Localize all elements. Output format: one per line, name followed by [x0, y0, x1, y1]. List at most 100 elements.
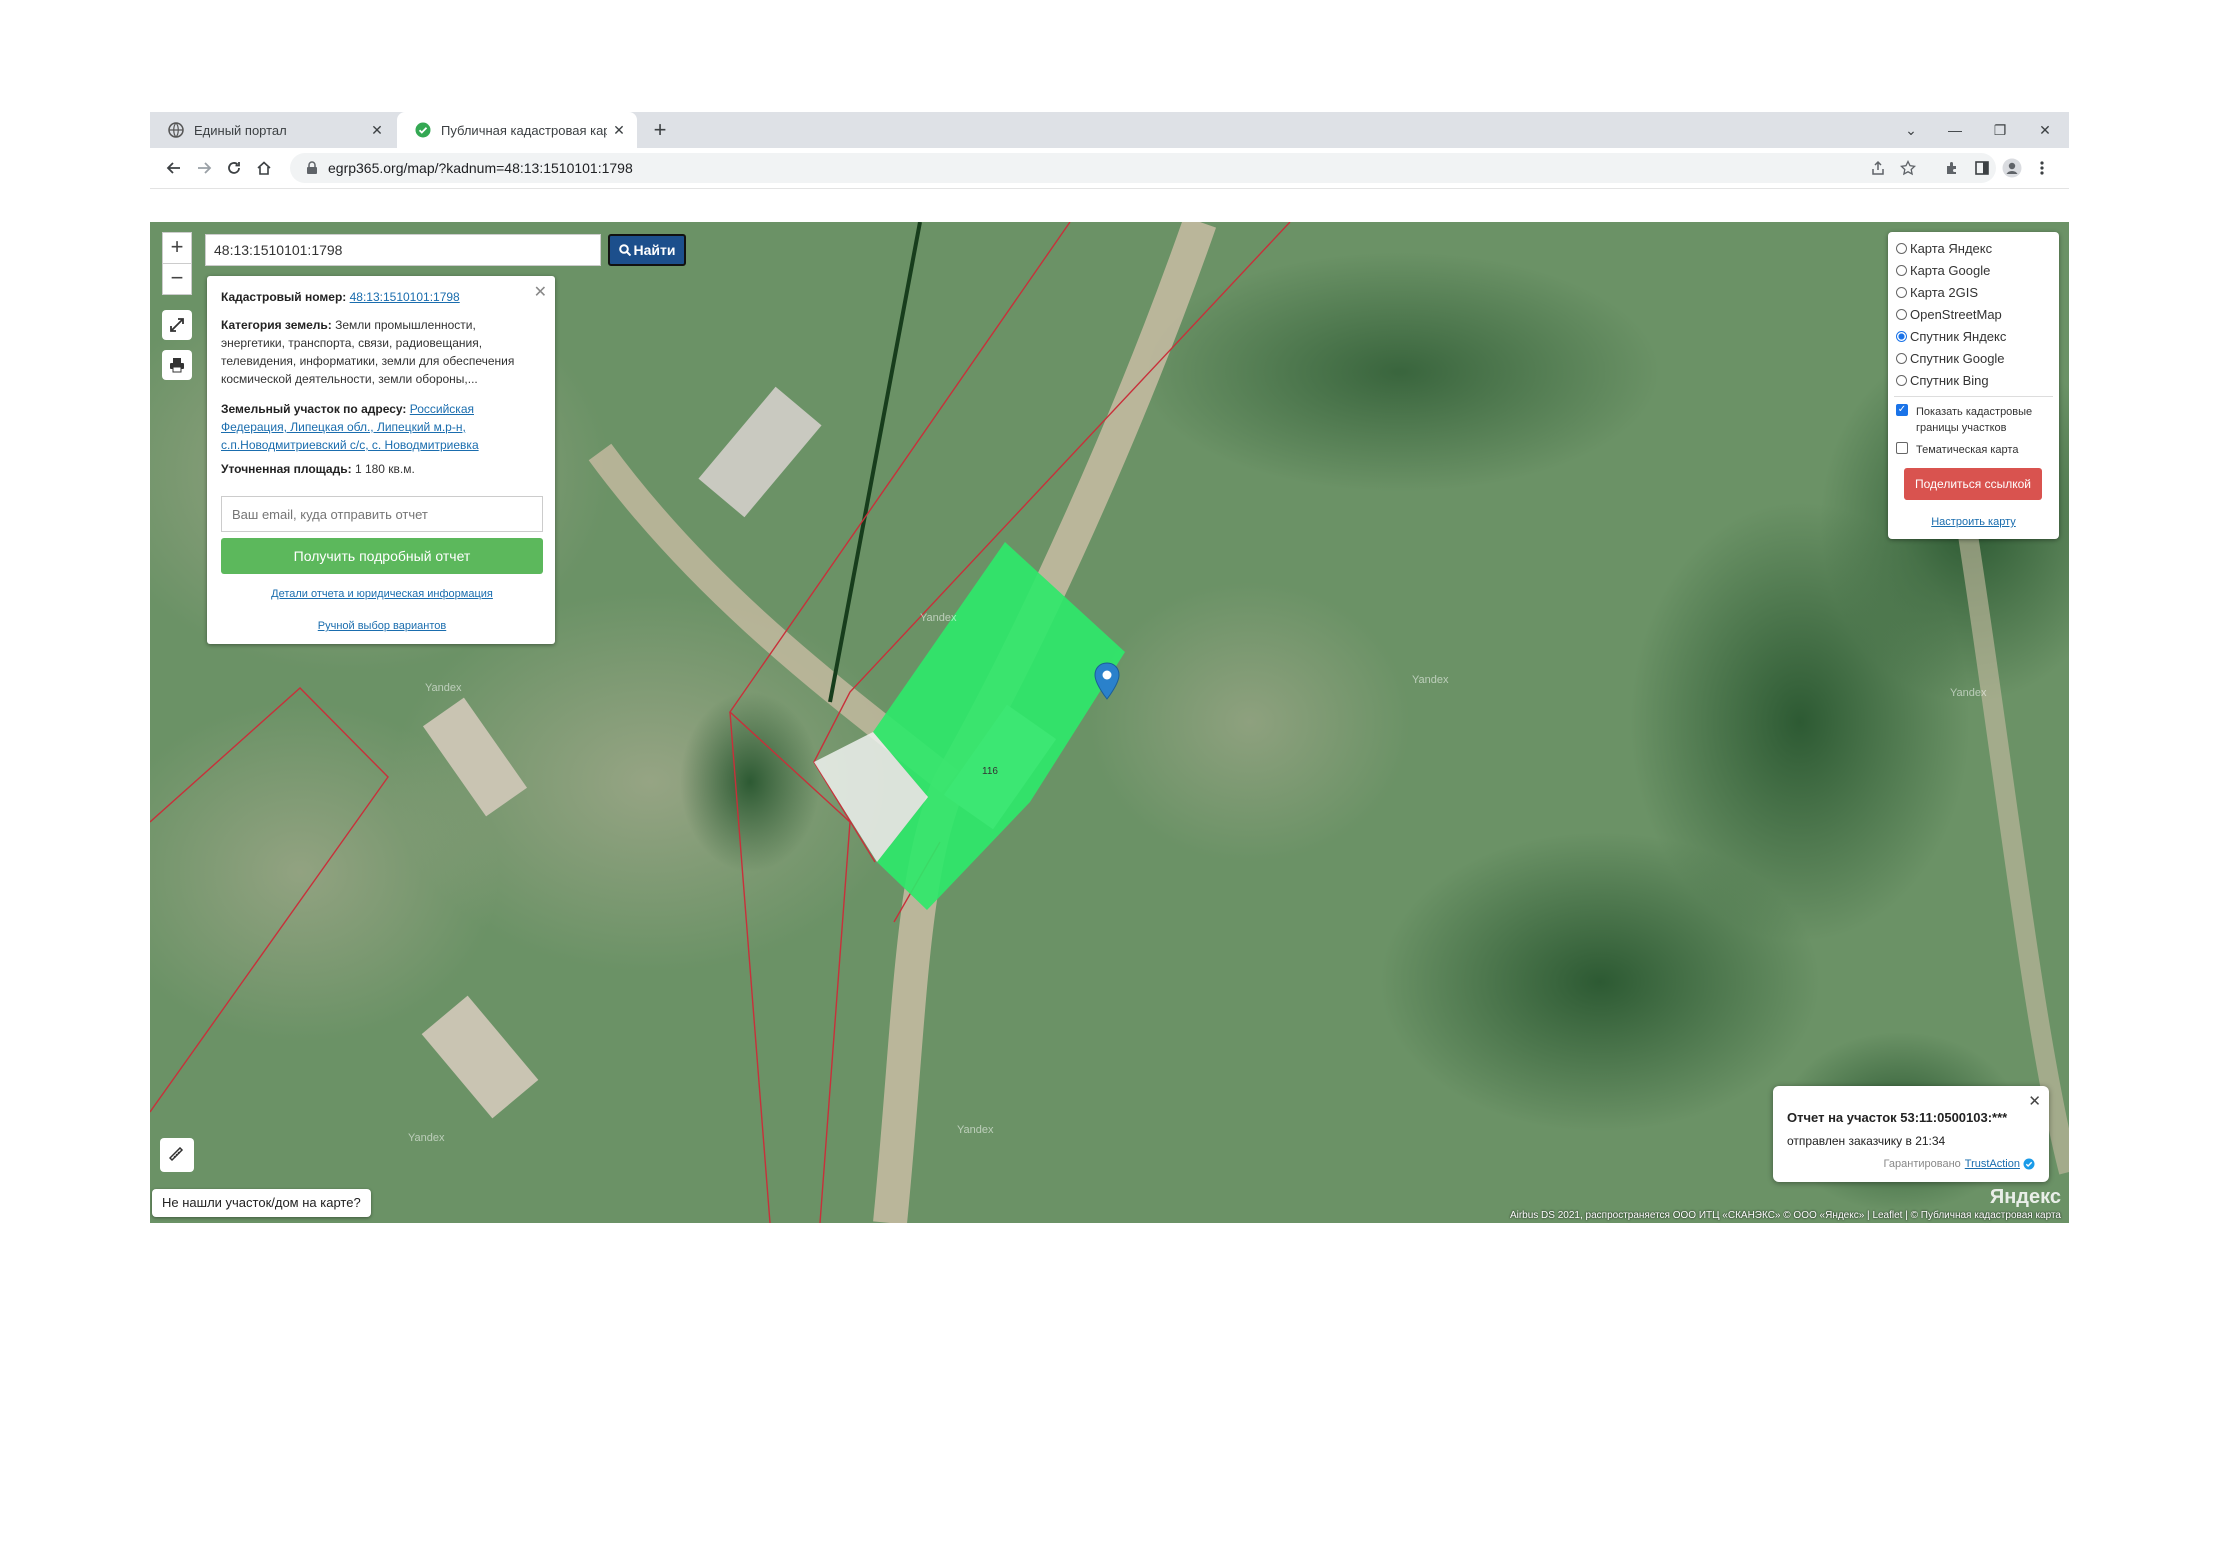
extensions-icon[interactable] — [1938, 154, 1966, 182]
arrow-right-icon — [198, 162, 212, 174]
location-pin-icon[interactable] — [1094, 662, 1120, 700]
email-field[interactable] — [221, 496, 543, 532]
not-found-button[interactable]: Не нашли участок/дом на карте? — [152, 1189, 371, 1217]
expand-icon — [170, 318, 184, 332]
cadastral-search-input[interactable] — [205, 234, 601, 266]
cadastral-number-label: Кадастровый номер: — [221, 290, 347, 304]
layer-google-map[interactable]: Карта Google — [1896, 260, 1990, 280]
layer-label: Спутник Google — [1910, 350, 2005, 366]
radio-icon[interactable] — [1896, 264, 1907, 276]
arrow-left-icon — [166, 162, 180, 174]
measure-tool-button[interactable] — [160, 1138, 194, 1172]
notification-guarantee: Гарантировано TrustAction — [1884, 1158, 2035, 1170]
show-boundaries-option[interactable]: ✓ Показать кадастровые границы участков — [1896, 404, 2056, 436]
browser-window: Единый портал ✕ Публичная кадастровая ка… — [150, 112, 2069, 1223]
close-tab-icon[interactable]: ✕ — [365, 122, 389, 139]
land-category-row: Категория земель: Земли промышленности, … — [221, 316, 539, 388]
browser-menu-icon[interactable] — [2028, 154, 2056, 182]
new-tab-button[interactable]: + — [646, 116, 674, 144]
area-label: Уточненная площадь: — [221, 462, 352, 476]
home-icon — [257, 161, 271, 175]
satellite-map[interactable]: Yandex Yandex Yandex Yandex Yandex Yande… — [150, 222, 2069, 1223]
address-bar[interactable]: egrp365.org/map/?kadnum=48:13:1510101:17… — [290, 153, 1996, 183]
land-category-label: Категория земель: — [221, 318, 332, 332]
trustaction-link[interactable]: TrustAction — [1965, 1158, 2020, 1170]
reload-icon — [228, 162, 240, 174]
notification-title: Отчет на участок 53:11:0500103:*** — [1787, 1110, 2008, 1125]
close-tab-icon[interactable]: ✕ — [607, 122, 631, 139]
fullscreen-button[interactable] — [162, 310, 192, 340]
manual-selection-link[interactable]: Ручной выбор вариантов — [221, 620, 543, 632]
thematic-map-option[interactable]: Тематическая карта — [1896, 442, 2056, 458]
get-report-button[interactable]: Получить подробный отчет — [221, 538, 543, 574]
tab-label: Единый портал — [194, 122, 287, 138]
tab-gosuslugi[interactable]: Единый портал ✕ — [150, 112, 395, 148]
layer-label: OpenStreetMap — [1910, 306, 2002, 322]
search-icon — [618, 244, 631, 257]
map-watermark: Yandex — [920, 612, 957, 624]
close-window-icon[interactable]: ✕ — [2030, 116, 2060, 144]
share-link-button[interactable]: Поделиться ссылкой — [1904, 468, 2042, 500]
checkbox-icon[interactable] — [1896, 442, 1908, 454]
checkbox-checked-icon[interactable]: ✓ — [1896, 404, 1908, 416]
layer-label: Спутник Яндекс — [1910, 328, 2007, 344]
parcel-info-panel: ✕ Кадастровый номер: 48:13:1510101:1798 … — [207, 276, 555, 644]
map-watermark: Yandex — [425, 682, 462, 694]
cadastral-number-row: Кадастровый номер: 48:13:1510101:1798 — [221, 288, 539, 306]
bookmark-star-icon[interactable] — [1894, 154, 1922, 182]
map-layers-panel: Карта Яндекс Карта Google Карта 2GIS Ope… — [1888, 232, 2059, 539]
globe-icon — [168, 122, 184, 138]
address-label: Земельный участок по адресу: — [221, 402, 407, 416]
radio-icon[interactable] — [1896, 374, 1907, 386]
radio-icon[interactable] — [1896, 286, 1907, 298]
tab-cadastral-map[interactable]: Публичная кадастровая карта - ✕ — [397, 112, 637, 148]
layer-yandex-map[interactable]: Карта Яндекс — [1896, 238, 1992, 258]
area-row: Уточненная площадь: 1 180 кв.м. — [221, 460, 539, 478]
notification-subtitle: отправлен заказчику в 21:34 — [1787, 1134, 1946, 1148]
print-button[interactable] — [162, 350, 192, 380]
radio-icon[interactable] — [1896, 242, 1907, 254]
cadastral-number-link[interactable]: 48:13:1510101:1798 — [350, 290, 460, 304]
search-button-label: Найти — [633, 242, 676, 258]
radio-icon[interactable] — [1896, 308, 1907, 320]
forward-button[interactable] — [190, 154, 218, 182]
side-panel-icon[interactable] — [1968, 154, 1996, 182]
search-button[interactable]: Найти — [608, 234, 686, 266]
configure-map-link[interactable]: Настроить карту — [1888, 516, 2059, 528]
report-notification: ✕ Отчет на участок 53:11:0500103:*** отп… — [1773, 1086, 2049, 1182]
layer-label: Карта Google — [1910, 262, 1991, 278]
layer-2gis-map[interactable]: Карта 2GIS — [1896, 282, 1978, 302]
reload-button[interactable] — [220, 154, 248, 182]
restore-icon[interactable]: ❐ — [1985, 116, 2015, 144]
minimize-icon[interactable]: — — [1940, 116, 1970, 144]
report-details-link[interactable]: Детали отчета и юридическая информация — [221, 588, 543, 600]
layer-bing-satellite[interactable]: Спутник Bing — [1896, 370, 1989, 390]
profile-avatar-icon[interactable] — [1998, 154, 2026, 182]
zoom-out-button[interactable]: − — [162, 263, 192, 295]
show-boundaries-label: Показать кадастровые границы участков — [1916, 406, 2033, 434]
layer-openstreetmap[interactable]: OpenStreetMap — [1896, 304, 2002, 324]
radio-selected-icon[interactable] — [1896, 330, 1907, 342]
tab-strip: Единый портал ✕ Публичная кадастровая ка… — [150, 112, 2069, 148]
printer-icon — [170, 358, 184, 373]
zoom-in-button[interactable]: + — [162, 232, 192, 264]
divider — [1894, 396, 2053, 397]
layer-yandex-satellite[interactable]: Спутник Яндекс — [1896, 326, 2006, 346]
layer-label: Спутник Bing — [1910, 372, 1989, 388]
radio-icon[interactable] — [1896, 352, 1907, 364]
back-button[interactable] — [160, 154, 188, 182]
layer-google-satellite[interactable]: Спутник Google — [1896, 348, 2005, 368]
area-value: 1 180 кв.м. — [354, 462, 415, 476]
lock-icon[interactable] — [306, 161, 318, 175]
map-watermark: Yandex — [957, 1124, 994, 1136]
check-circle-icon — [415, 122, 431, 138]
map-watermark: Yandex — [408, 1132, 445, 1144]
map-attribution: Airbus DS 2021, распространяется ООО ИТЦ… — [1509, 1210, 2061, 1221]
close-icon[interactable]: ✕ — [2028, 1092, 2041, 1110]
tab-label: Публичная кадастровая карта - — [441, 122, 607, 138]
verified-badge-icon — [2023, 1158, 2035, 1170]
tab-search-icon[interactable]: ⌄ — [1896, 116, 1926, 144]
home-button[interactable] — [250, 154, 278, 182]
browser-toolbar: egrp365.org/map/?kadnum=48:13:1510101:17… — [150, 148, 2069, 189]
share-page-icon[interactable] — [1864, 154, 1892, 182]
